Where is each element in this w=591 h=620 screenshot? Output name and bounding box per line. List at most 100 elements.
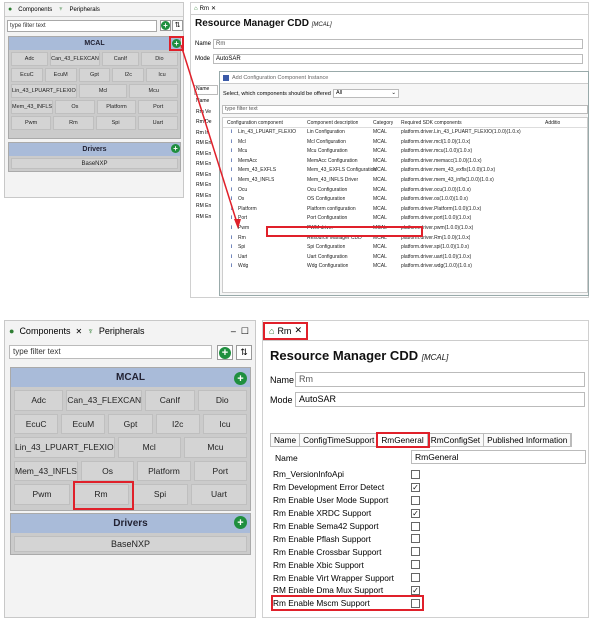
close-icon[interactable]: ✕ (294, 325, 302, 336)
maximize-icon[interactable]: ☐ (241, 326, 255, 337)
property-row: Rm Enable Sema42 Support (273, 520, 583, 533)
bottom-sort-button[interactable]: ⇅ (236, 345, 252, 360)
bottom-component-spi[interactable]: Spi (132, 484, 188, 505)
bottom-component-adc[interactable]: Adc (14, 390, 64, 411)
property-checkbox[interactable] (411, 560, 420, 570)
bottom-editor-title-text: Resource Manager CDD (270, 348, 419, 363)
property-row: Rm Enable User Mode Support (273, 494, 583, 507)
property-row: Rm Development Error Detect ✓ (273, 481, 583, 494)
property-label: Rm Enable XRDC Support (273, 508, 372, 519)
arrow-annotation (180, 44, 241, 229)
checkmark-icon: ✓ (412, 585, 419, 595)
rm-tab-icon: ⌂ (269, 325, 275, 336)
bottom-component-mcl[interactable]: Mcl (117, 437, 181, 458)
bottom-name-field[interactable]: Rm (295, 372, 585, 387)
bottom-component-can-43-flexcan[interactable]: Can_43_FLEXCAN (66, 390, 143, 411)
property-label: Rm Development Error Detect (273, 482, 385, 493)
property-checkbox[interactable] (411, 547, 420, 557)
bottom-component-i2c[interactable]: I2c (155, 413, 200, 434)
checkmark-icon: ✓ (412, 482, 419, 492)
bottom-component-lin-43-lpuart-flexio[interactable]: Lin_43_LPUART_FLEXIO (14, 437, 115, 458)
property-checkbox[interactable] (411, 469, 420, 479)
property-row: Rm Enable Pflash Support (273, 532, 583, 545)
property-checkbox[interactable] (411, 495, 420, 505)
arrow-line (180, 44, 239, 227)
bottom-component-canif[interactable]: CanIf (145, 390, 195, 411)
bottom-mode-field[interactable]: AutoSAR (295, 392, 585, 407)
property-row: Rm Enable XRDC Support ✓ (273, 507, 583, 520)
bottom-mcal-add-button[interactable]: + (234, 372, 247, 385)
bottom-mcal-title: MCAL (11, 368, 250, 387)
property-row: Rm_VersionInfoApi (273, 468, 583, 481)
property-checkbox[interactable] (411, 521, 420, 531)
bottom-component-platform[interactable]: Platform (137, 460, 191, 481)
bottom-drivers-group: Drivers BaseNXP (10, 513, 251, 555)
bottom-component-mem-43-infls[interactable]: Mem_43_INFLS (14, 460, 78, 481)
property-label: Rm Enable Xbic Support (273, 559, 364, 570)
property-row: Rm Enable Crossbar Support (273, 545, 583, 558)
bottom-prop-header-field[interactable]: RmGeneral (411, 450, 586, 464)
property-label: RM Enable Dma Mux Support (273, 585, 384, 596)
bottom-peripherals-tab[interactable]: Peripherals (99, 326, 145, 336)
bottom-filter-input[interactable]: type filter text (9, 345, 212, 359)
peripherals-icon: ♆ (87, 326, 94, 336)
property-label: Rm Enable Sema42 Support (273, 521, 379, 531)
property-label: Rm Enable Virt Wrapper Support (273, 572, 394, 583)
dma-mux-highlight (271, 595, 424, 611)
bottom-component-dio[interactable]: Dio (197, 390, 247, 411)
close-icon[interactable]: ✕ (75, 327, 82, 336)
bottom-editor-title: Resource Manager CDD [MCAL] (270, 348, 448, 363)
bottom-editor-tab[interactable]: Rm (277, 326, 291, 336)
bottom-mcal-row: Adc Can_43_FLEXCAN CanIf Dio (14, 390, 247, 411)
property-row: Rm Enable Xbic Support (273, 558, 583, 571)
components-icon: ● (9, 326, 15, 336)
tab-rmconfigset[interactable]: RmConfigSet (428, 434, 485, 446)
bottom-drivers-title: Drivers (11, 514, 250, 533)
bottom-component-gpt[interactable]: Gpt (108, 413, 153, 434)
property-checkbox[interactable]: ✓ (411, 585, 420, 595)
property-row: Rm Enable Virt Wrapper Support (273, 571, 583, 584)
bottom-prop-header: Name (275, 453, 298, 463)
bottom-mcal-row: Lin_43_LPUART_FLEXIO Mcl Mcu (14, 437, 247, 458)
property-checkbox[interactable] (411, 534, 420, 544)
property-label: Rm Enable Crossbar Support (273, 546, 382, 557)
tab-published-information[interactable]: Published Information (484, 434, 572, 446)
bottom-component-icu[interactable]: Icu (202, 413, 248, 434)
arrow-head (234, 219, 241, 229)
bottom-config-tabs: Name ConfigTimeSupport RmGeneral RmConfigSe… (270, 432, 573, 448)
property-checkbox[interactable]: ✓ (411, 482, 420, 492)
checkmark-icon: ✓ (412, 508, 419, 518)
bottom-props-list: Rm_VersionInfoApi Rm Development Error De… (273, 468, 583, 610)
bottom-component-ecum[interactable]: EcuM (61, 413, 106, 434)
bottom-add-button[interactable]: + (217, 345, 233, 360)
tab-configtimesupport[interactable]: ConfigTimeSupport (300, 434, 379, 446)
property-label: Rm Enable Pflash Support (273, 533, 371, 544)
bottom-name-label: Name (270, 375, 295, 385)
property-label: Rm Enable User Mode Support (273, 495, 389, 506)
bottom-components-view: ● Components ✕ ♆ Peripherals – ☐ type fi… (4, 320, 256, 618)
plus-icon: + (219, 347, 231, 359)
bottom-drivers-add-button[interactable]: + (234, 516, 247, 529)
bottom-mode-label: Mode (270, 395, 293, 405)
minimize-icon[interactable]: – (231, 326, 236, 336)
tab-name[interactable]: Name (271, 434, 301, 446)
tab-rmgeneral[interactable]: RmGeneral (376, 432, 430, 448)
bottom-editor-tab-highlight: ⌂ Rm ✕ (263, 321, 308, 340)
bottom-component-os[interactable]: Os (80, 460, 135, 481)
bottom-component-mcu[interactable]: Mcu (183, 437, 247, 458)
bottom-component-port[interactable]: Port (193, 460, 248, 481)
bottom-component-pwm[interactable]: Pwm (14, 484, 70, 505)
property-checkbox[interactable]: ✓ (411, 508, 420, 518)
bottom-component-ecuc[interactable]: EcuC (14, 413, 59, 434)
bottom-editor-subtitle: [MCAL] (421, 353, 449, 362)
bottom-mcal-row: EcuC EcuM Gpt I2c Icu (14, 413, 248, 434)
bottom-component-uart[interactable]: Uart (191, 484, 247, 505)
bottom-components-tab[interactable]: Components (19, 326, 70, 336)
bottom-editor-tabbar: ⌂ Rm ✕ (263, 321, 588, 341)
property-checkbox[interactable] (411, 573, 420, 583)
bottom-mcal-row: Mem_43_INFLS Os Platform Port (14, 460, 248, 481)
bottom-view-tabbar: ● Components ✕ ♆ Peripherals – ☐ (5, 321, 255, 341)
bottom-editor: ⌂ Rm ✕ Resource Manager CDD [MCAL] Name … (262, 320, 589, 618)
bottom-rm-highlight (73, 481, 134, 510)
bottom-driver-basenxp[interactable]: BaseNXP (14, 536, 247, 552)
